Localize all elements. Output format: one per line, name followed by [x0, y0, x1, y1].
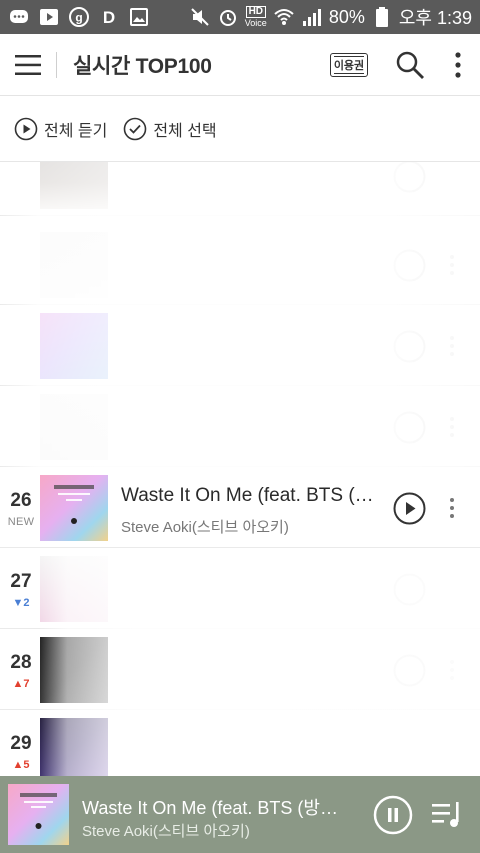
rank-number: 26	[10, 490, 32, 511]
message-icon	[8, 6, 30, 28]
play-icon[interactable]	[393, 492, 426, 525]
wifi-icon	[273, 6, 295, 28]
album-art	[40, 718, 108, 776]
list-item[interactable]	[0, 387, 480, 467]
album-art	[40, 394, 108, 460]
hamburger-icon	[15, 54, 41, 75]
play-icon[interactable]	[393, 162, 426, 193]
clock: 오후 1:39	[398, 8, 472, 28]
vertical-dots-icon	[455, 51, 461, 78]
play-all-button[interactable]: 전체 듣기	[14, 117, 107, 141]
header-divider	[56, 51, 57, 78]
rank-change-badge: ▼2	[12, 597, 30, 609]
select-all-label: 전체 선택	[153, 122, 217, 140]
list-item[interactable]	[0, 225, 480, 305]
voice-label: Voice	[244, 18, 267, 28]
menu-button[interactable]	[0, 34, 56, 96]
rank-number: 27	[10, 571, 32, 592]
row-more-icon[interactable]	[446, 334, 458, 358]
d-app-icon: D	[98, 6, 120, 28]
play-icon[interactable]	[393, 573, 426, 606]
row-more-icon[interactable]	[446, 253, 458, 277]
page-title: 실시간 TOP100	[73, 54, 212, 78]
album-art	[40, 556, 108, 622]
pause-icon[interactable]	[373, 795, 413, 835]
status-bar: g D HD Voice 80% 오후 1:39	[0, 0, 480, 34]
rank-change-value: 5	[23, 759, 30, 771]
mini-player[interactable]: Waste It On Me (feat. BTS (방… Steve Aoki…	[0, 776, 480, 853]
svg-text:D: D	[103, 8, 115, 27]
youtube-icon	[38, 6, 60, 28]
play-icon[interactable]	[393, 330, 426, 363]
list-item[interactable]	[0, 162, 480, 216]
more-options-button[interactable]	[444, 47, 472, 83]
rank-number: 28	[10, 652, 32, 673]
select-all-button[interactable]: 전체 선택	[123, 117, 217, 141]
artist-name[interactable]: Steve Aoki(스티브 아오키)	[121, 516, 383, 537]
album-art	[40, 162, 108, 209]
album-art	[40, 475, 108, 541]
play-icon[interactable]	[393, 249, 426, 282]
list-toolbar: 전체 듣기 전체 선택	[0, 96, 480, 162]
player-artist-name[interactable]: Steve Aoki(스티브 아오키)	[82, 820, 352, 841]
battery-percent: 80%	[328, 6, 365, 27]
svg-text:g: g	[75, 11, 82, 25]
hd-label: HD	[245, 6, 267, 18]
ticket-label: 이용권	[333, 59, 365, 72]
album-art	[40, 637, 108, 703]
hd-voice-icon: HD Voice	[245, 6, 267, 28]
row-more-icon[interactable]	[446, 496, 458, 520]
ticket-button[interactable]: 이용권	[330, 52, 368, 77]
rank-change-value: 2	[23, 597, 30, 609]
app-header: 실시간 TOP100 이용권	[0, 34, 480, 96]
album-art	[40, 313, 108, 379]
signal-icon	[301, 6, 323, 28]
list-item[interactable]	[0, 306, 480, 386]
play-icon[interactable]	[393, 654, 426, 687]
battery-icon	[371, 6, 393, 28]
list-item[interactable]: 28 ▲7	[0, 630, 480, 710]
check-circle-icon	[124, 117, 147, 140]
list-item[interactable]: 27 ▼2	[0, 549, 480, 629]
row-more-icon[interactable]	[446, 658, 458, 682]
playlist-icon[interactable]	[430, 798, 466, 830]
mute-icon	[189, 6, 211, 28]
play-circle-icon	[14, 117, 38, 140]
list-item[interactable]: 29 ▲5	[0, 711, 480, 776]
chart-list: 26 NEW Waste It On Me (feat. BTS (… Stev…	[0, 162, 480, 776]
play-all-label: 전체 듣기	[44, 122, 108, 140]
gallery-icon	[128, 6, 150, 28]
row-more-icon[interactable]	[446, 415, 458, 439]
rank-change-badge: NEW	[7, 516, 35, 528]
alarm-icon	[217, 6, 239, 28]
player-song-title[interactable]: Waste It On Me (feat. BTS (방…	[82, 794, 352, 820]
song-title[interactable]: Waste It On Me (feat. BTS (…	[121, 485, 383, 507]
player-album-art	[8, 784, 69, 845]
play-icon[interactable]	[393, 411, 426, 444]
search-icon	[396, 51, 424, 79]
rank-change-badge: ▲7	[12, 678, 30, 690]
g-app-icon: g	[68, 6, 90, 28]
rank-change-badge: ▲5	[12, 759, 30, 771]
rank-change-value: 7	[23, 678, 30, 690]
list-item[interactable]: 26 NEW Waste It On Me (feat. BTS (… Stev…	[0, 468, 480, 548]
album-art	[40, 232, 108, 298]
rank-number: 29	[10, 733, 32, 754]
search-button[interactable]	[392, 47, 428, 83]
